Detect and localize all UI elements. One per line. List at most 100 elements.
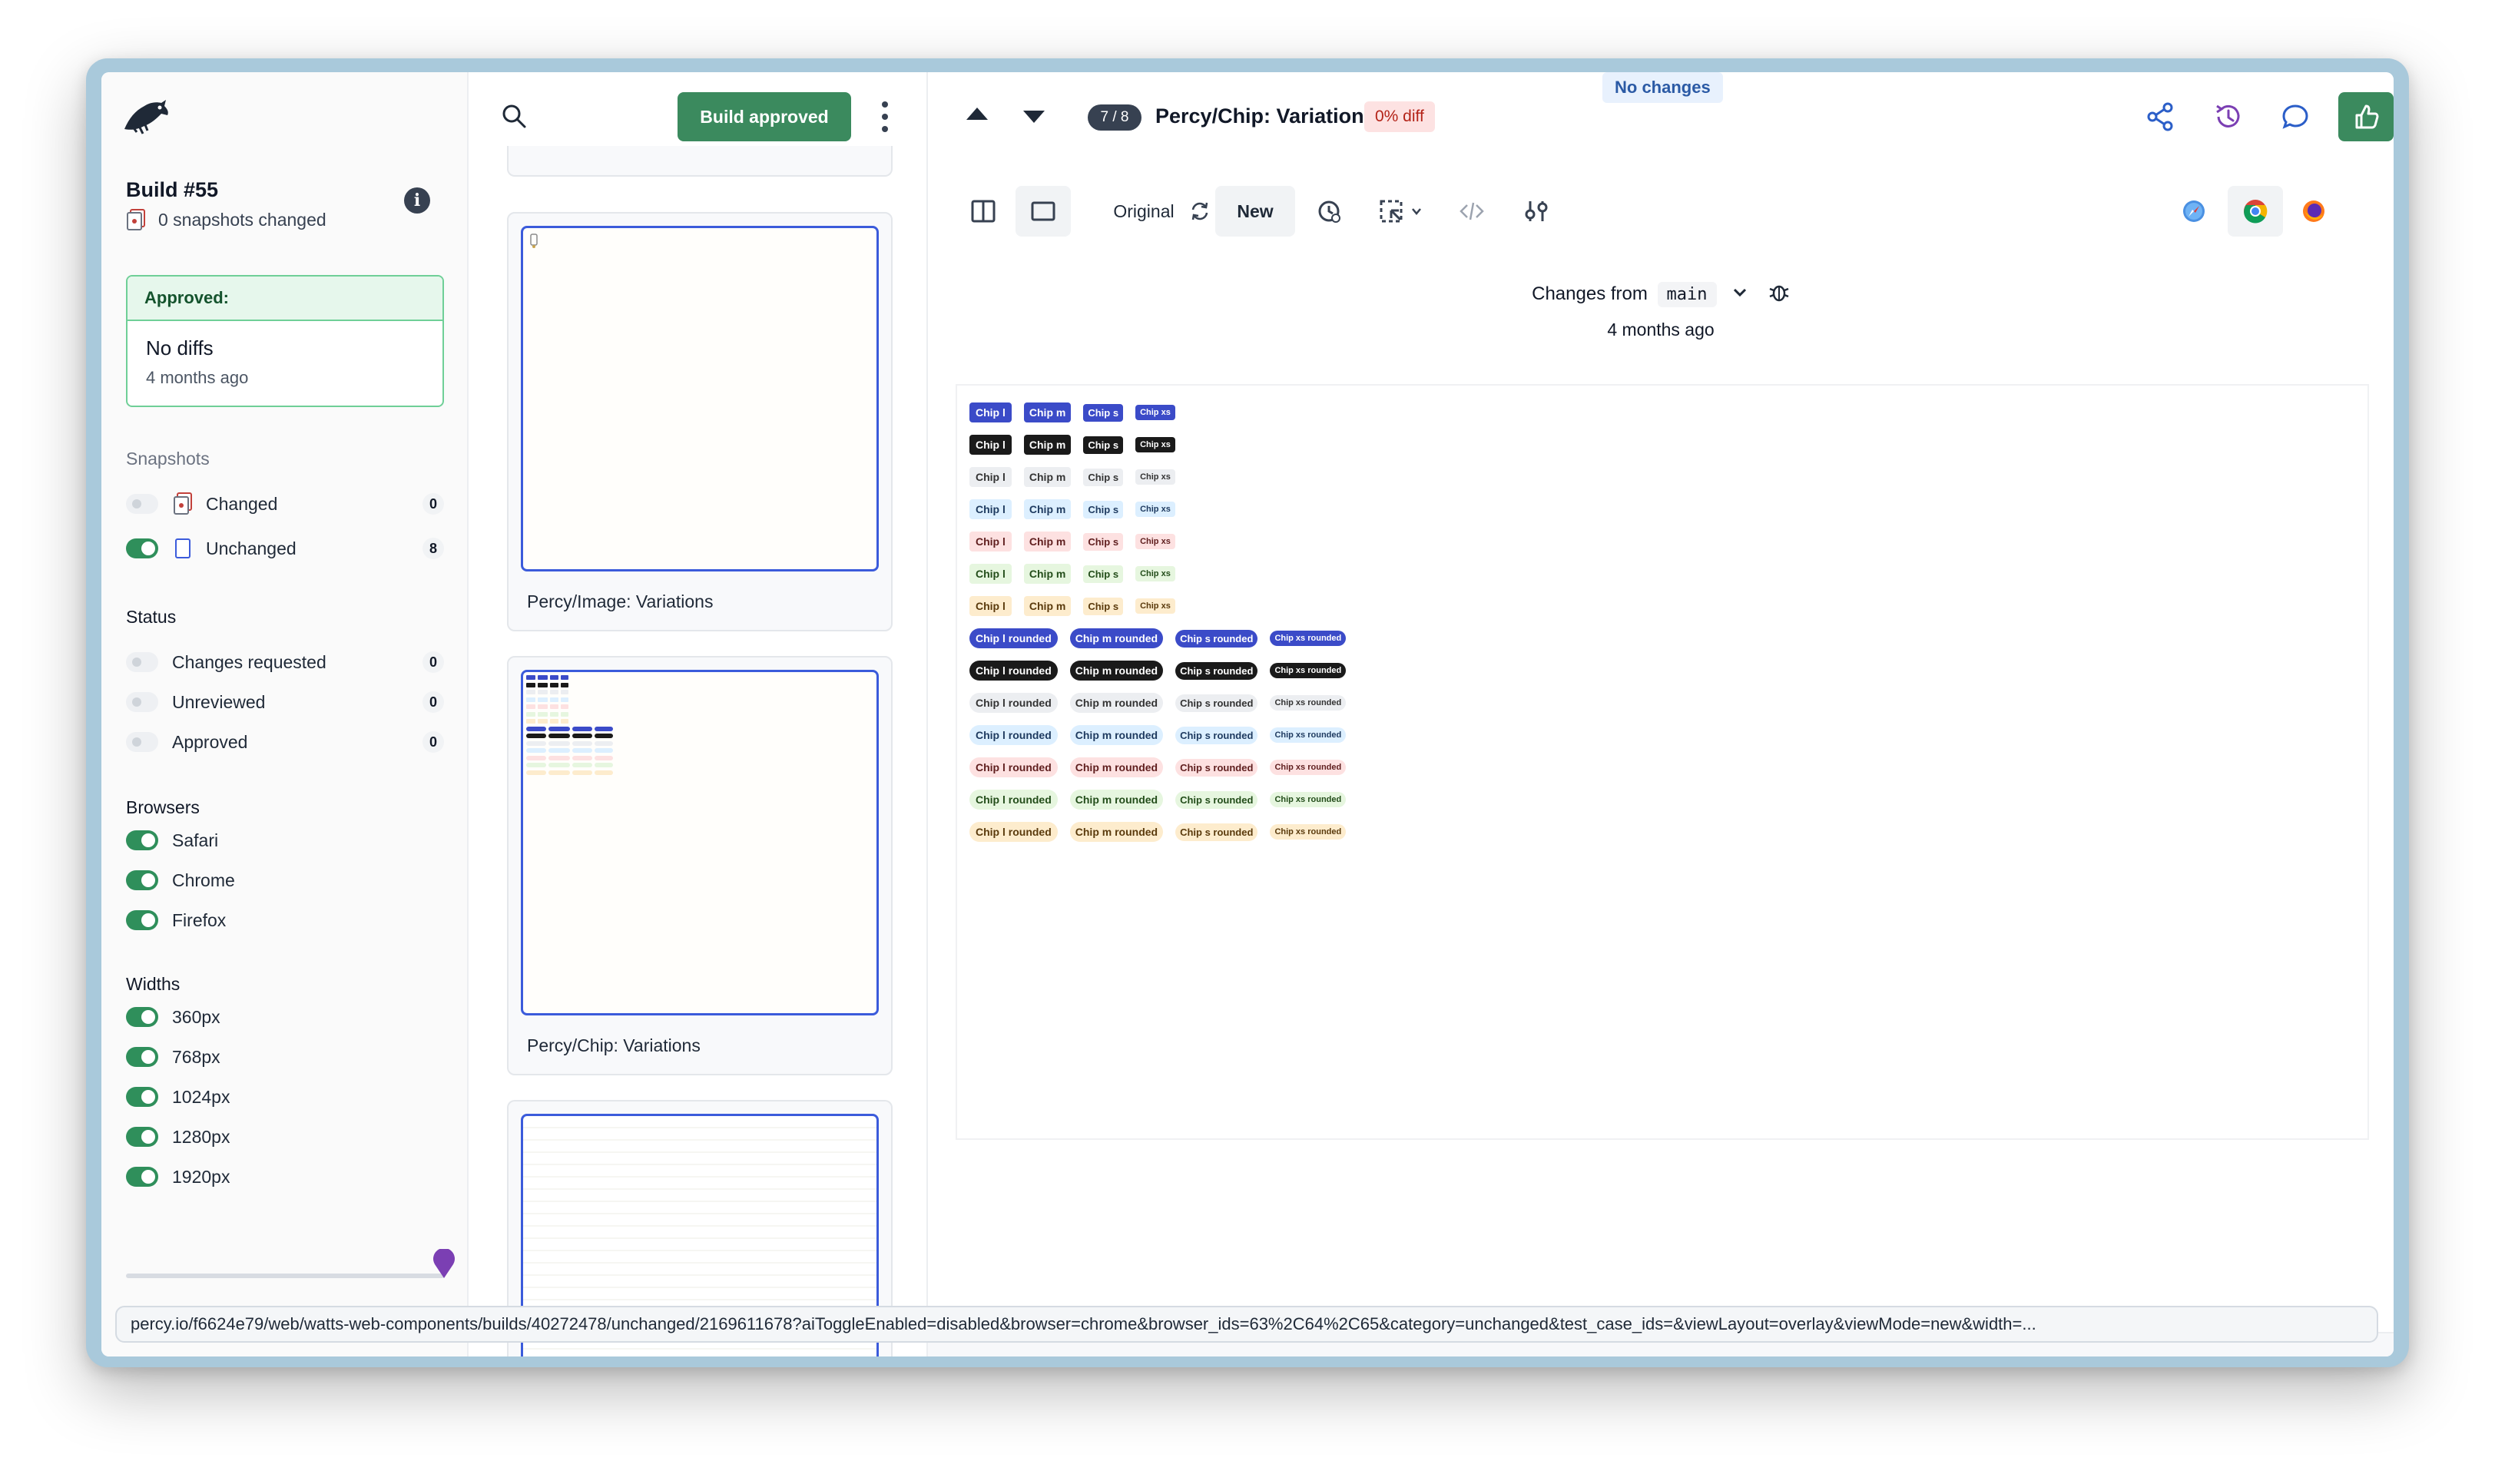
bug-icon[interactable] — [1768, 281, 1790, 308]
region-select-icon[interactable] — [1369, 186, 1435, 237]
snapshot-card-selected[interactable]: Percy/Chip: Variations — [507, 656, 893, 1075]
share-icon[interactable] — [2142, 98, 2179, 135]
width-toggle[interactable] — [126, 1127, 158, 1147]
chip: Chip s — [1083, 403, 1124, 422]
snapshot-card[interactable]: Percy/Image: Variations — [507, 212, 893, 631]
code-icon[interactable] — [1447, 186, 1496, 237]
unreviewed-toggle[interactable] — [126, 692, 158, 712]
count-badge: 0 — [422, 731, 444, 753]
width-toggle[interactable] — [126, 1087, 158, 1107]
new-toggle[interactable]: New — [1215, 186, 1295, 237]
mini-chip — [595, 734, 613, 738]
width-360[interactable]: 360px — [126, 1002, 444, 1032]
search-icon[interactable] — [501, 103, 527, 129]
chip: Chip xs rounded — [1270, 631, 1347, 646]
browser-label: Safari — [172, 830, 219, 850]
mini-chip — [538, 697, 548, 702]
mini-chip-row — [526, 748, 613, 753]
settings-sliders-icon[interactable] — [1512, 186, 1561, 237]
mini-chip — [526, 726, 546, 731]
chip: Chip l rounded — [969, 757, 1058, 777]
mini-chip — [548, 740, 570, 746]
chip: Chip xs — [1135, 405, 1175, 420]
filter-unreviewed[interactable]: Unreviewed 0 — [126, 687, 444, 717]
comment-icon[interactable] — [2277, 98, 2314, 135]
split-view-button[interactable] — [959, 186, 1008, 237]
chip: Chip l — [969, 564, 1012, 584]
clock-icon[interactable] — [1304, 186, 1354, 237]
mini-chip-row — [526, 690, 568, 694]
width-toggle[interactable] — [126, 1007, 158, 1027]
snapshot-thumbnail[interactable] — [521, 670, 879, 1015]
sidebar-slider-track[interactable] — [126, 1274, 444, 1278]
info-icon[interactable]: i — [404, 187, 430, 214]
chip-row: Chip l rounded Chip m rounded Chip s round… — [969, 725, 1347, 745]
base-branch[interactable]: main — [1657, 281, 1717, 307]
original-toggle[interactable]: Original — [1098, 186, 1189, 237]
mini-chip — [595, 770, 613, 775]
chip: Chip m — [1023, 596, 1072, 616]
firefox-icon[interactable] — [2291, 186, 2337, 237]
changes-requested-toggle[interactable] — [126, 652, 158, 672]
sidebar: Build #55 0 snapshots changed i Approved… — [101, 72, 469, 1356]
mini-chip — [595, 748, 613, 753]
sidebar-slider-handle[interactable] — [432, 1247, 456, 1278]
history-icon[interactable] — [2209, 98, 2246, 135]
chrome-icon[interactable] — [2228, 186, 2283, 237]
chip-row: Chip l Chip m Chip s Chip xs — [969, 596, 1175, 616]
mini-chip — [526, 690, 535, 694]
mini-chip — [572, 740, 592, 746]
width-768[interactable]: 768px — [126, 1042, 444, 1072]
chip: Chip s — [1083, 468, 1124, 486]
safari-icon[interactable] — [2171, 186, 2217, 237]
chevron-down-icon[interactable] — [1023, 111, 1045, 123]
width-1280[interactable]: 1280px — [126, 1121, 444, 1152]
safari-toggle[interactable] — [126, 830, 158, 850]
link-preview-status-bar: percy.io/f6624e79/web/watts-web-componen… — [115, 1306, 2378, 1343]
filter-approved[interactable]: Approved 0 — [126, 727, 444, 757]
chevron-down-icon[interactable] — [1731, 283, 1749, 306]
percy-logo-icon[interactable] — [121, 95, 171, 138]
build-approved-button[interactable]: Build approved — [678, 92, 851, 141]
mini-chip — [526, 675, 535, 680]
snapshot-thumbnail[interactable] — [521, 226, 879, 571]
swap-icon[interactable] — [1185, 186, 1215, 237]
changed-snapshot-icon — [126, 209, 146, 230]
browser-safari[interactable]: Safari — [126, 825, 444, 856]
snapshots-changed-text: 0 snapshots changed — [158, 209, 326, 230]
chip: Chip xs — [1135, 437, 1175, 452]
width-1920[interactable]: 1920px — [126, 1161, 444, 1192]
chip: Chip m rounded — [1069, 822, 1164, 842]
snapshot-card-partial[interactable] — [507, 146, 893, 177]
chip: Chip m rounded — [1069, 661, 1164, 681]
snapshot-canvas[interactable]: Chip l Chip m Chip s Chip xs Chip l Chip m Chi… — [956, 384, 2369, 1140]
browser-chrome[interactable]: Chrome — [126, 865, 444, 896]
width-1024[interactable]: 1024px — [126, 1082, 444, 1112]
chip: Chip s rounded — [1175, 726, 1258, 744]
kebab-menu-icon[interactable] — [880, 101, 890, 132]
mini-chip — [550, 682, 558, 687]
mini-chip — [526, 704, 535, 709]
chrome-toggle[interactable] — [126, 870, 158, 890]
filter-changes-requested[interactable]: Changes requested 0 — [126, 647, 444, 677]
single-view-button[interactable] — [1016, 186, 1071, 237]
browser-firefox[interactable]: Firefox — [126, 905, 444, 936]
width-toggle[interactable] — [126, 1047, 158, 1067]
chip: Chip l — [969, 596, 1012, 616]
filter-unchanged[interactable]: Unchanged 8 — [126, 533, 444, 564]
approved-toggle[interactable] — [126, 732, 158, 752]
snapshots-changed-summary: 0 snapshots changed — [126, 209, 326, 230]
approve-snapshot-button[interactable] — [2338, 92, 2394, 141]
chip: Chip xs rounded — [1270, 824, 1347, 840]
mini-chip — [572, 734, 592, 738]
changed-toggle[interactable] — [126, 494, 158, 514]
chip-row: Chip l Chip m Chip s Chip xs — [969, 532, 1175, 552]
mini-chip — [595, 763, 613, 767]
chip: Chip l rounded — [969, 790, 1058, 810]
mini-chip — [572, 726, 592, 731]
width-toggle[interactable] — [126, 1167, 158, 1187]
filter-changed[interactable]: Changed 0 — [126, 489, 444, 519]
chevron-up-icon[interactable] — [966, 108, 988, 120]
firefox-toggle[interactable] — [126, 910, 158, 930]
unchanged-toggle[interactable] — [126, 538, 158, 558]
